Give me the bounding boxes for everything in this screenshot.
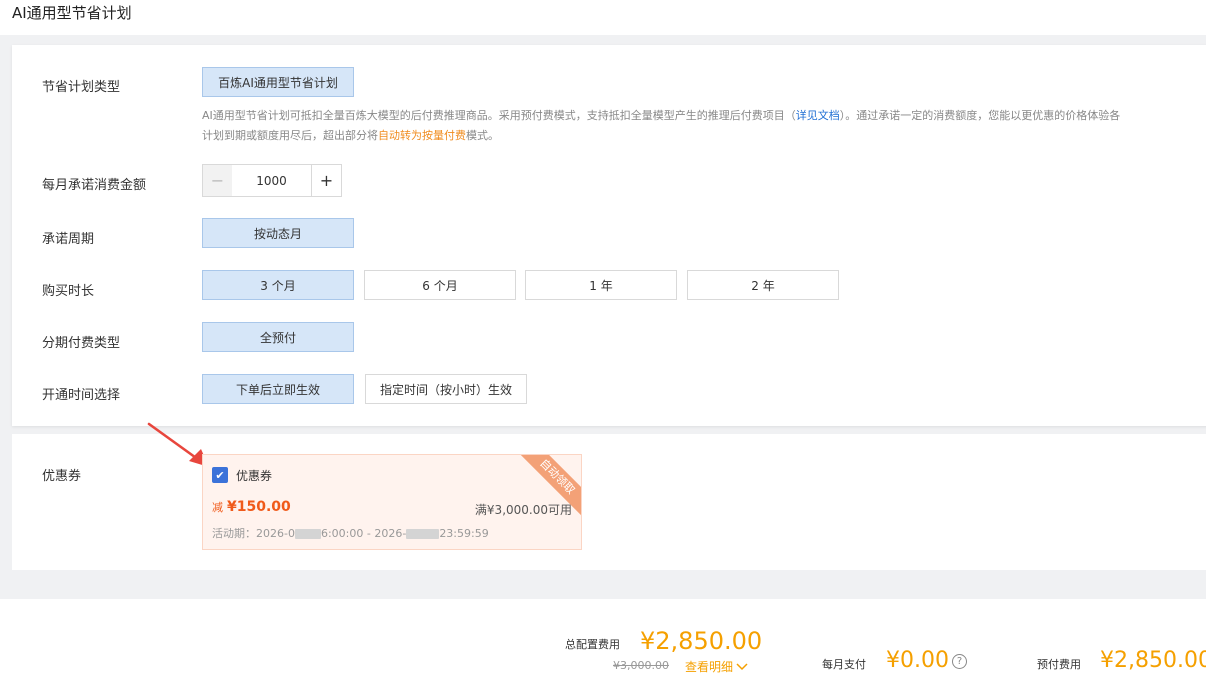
- prepay-label: 预付费用: [1037, 658, 1081, 671]
- payment-type-label: 分期付费类型: [42, 336, 121, 351]
- desc-text: ）。通过承诺一定的消费额度，您能以更优惠的价格体验各: [839, 109, 1121, 122]
- details-link[interactable]: 查看明细: [685, 658, 748, 675]
- activation-option-immediate[interactable]: 下单后立即生效: [202, 374, 354, 404]
- monthly-amount-label: 每月承诺消费金额: [42, 178, 147, 193]
- chevron-down-icon: [736, 662, 748, 670]
- docs-link[interactable]: 详见文档: [796, 109, 840, 122]
- duration-option-3m[interactable]: 3 个月: [202, 270, 354, 300]
- decrement-button[interactable]: −: [203, 165, 232, 196]
- original-amount: ¥3,000.00: [613, 659, 669, 672]
- desc-text: AI通用型节省计划可抵扣全量百炼大模型的后付费推理商品。采用预付费模式，支持抵扣…: [202, 109, 796, 122]
- plan-type-option[interactable]: 百炼AI通用型节省计划: [202, 67, 354, 97]
- coupon-checkbox-label: 优惠券: [236, 469, 273, 483]
- total-label: 总配置费用: [565, 638, 620, 651]
- page-title: AI通用型节省计划: [12, 4, 132, 22]
- coupon-label: 优惠券: [42, 469, 82, 484]
- duration-option-1y[interactable]: 1 年: [525, 270, 677, 300]
- period-mid: 6:00:00 - 2026-: [320, 527, 407, 540]
- plan-type-label: 节省计划类型: [42, 80, 121, 95]
- period-start: 活动期：2026-0: [212, 527, 295, 540]
- prepay-amount: ¥2,850.00: [1100, 648, 1206, 673]
- config-card: [12, 45, 1206, 426]
- commit-period-option[interactable]: 按动态月: [202, 218, 354, 248]
- amount-input[interactable]: 1000: [232, 165, 311, 196]
- coupon-checkbox[interactable]: ✔: [212, 467, 228, 483]
- activation-label: 开通时间选择: [42, 388, 121, 403]
- period-end: 23:59:59: [439, 527, 489, 540]
- discount-prefix: 减: [212, 501, 223, 514]
- coupon-box[interactable]: ✔ 优惠券 自动领取 减 ¥150.00 满¥3,000.00可用 活动期：20…: [202, 454, 582, 550]
- plan-description-line-2: 计划到期或额度用尽后，超出部分将自动转为按量付费模式。: [202, 126, 1206, 146]
- monthly-pay-label: 每月支付: [822, 658, 866, 671]
- duration-label: 购买时长: [42, 284, 95, 299]
- coupon-discount: 减 ¥150.00: [212, 499, 291, 515]
- redacted-block: [294, 529, 321, 539]
- details-link-label: 查看明细: [685, 660, 734, 674]
- payment-type-option[interactable]: 全预付: [202, 322, 354, 352]
- total-amount: ¥2,850.00: [640, 627, 763, 655]
- increment-button[interactable]: +: [311, 165, 341, 196]
- discount-amount: ¥150.00: [227, 499, 291, 515]
- coupon-period: 活动期：2026-0 6:00:00 - 2026- 23:59:59: [212, 525, 489, 541]
- monthly-pay-amount: ¥0.00: [886, 648, 949, 673]
- desc-text: 计划到期或额度用尽后，超出部分将: [202, 129, 378, 142]
- help-icon[interactable]: ?: [952, 654, 967, 669]
- plan-description-line-1: AI通用型节省计划可抵扣全量百炼大模型的后付费推理商品。采用预付费模式，支持抵扣…: [202, 106, 1206, 126]
- coupon-condition: 满¥3,000.00可用: [474, 503, 572, 517]
- duration-option-6m[interactable]: 6 个月: [364, 270, 516, 300]
- activation-option-scheduled[interactable]: 指定时间（按小时）生效: [365, 374, 527, 404]
- redacted-block: [406, 529, 440, 539]
- amount-stepper: − 1000 +: [202, 164, 342, 197]
- commit-period-label: 承诺周期: [42, 232, 95, 247]
- duration-option-2y[interactable]: 2 年: [687, 270, 839, 300]
- pay-as-you-go-note: 自动转为按量付费: [378, 129, 466, 142]
- plan-description: AI通用型节省计划可抵扣全量百炼大模型的后付费推理商品。采用预付费模式，支持抵扣…: [202, 106, 1206, 146]
- desc-text: 模式。: [466, 129, 499, 142]
